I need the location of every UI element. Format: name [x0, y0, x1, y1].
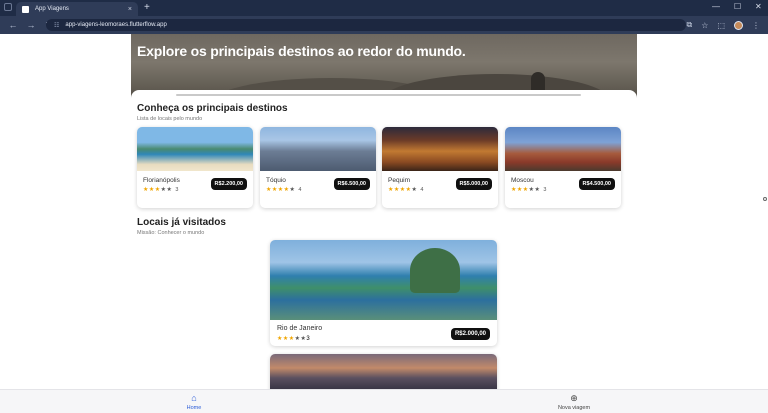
content-sheet: Conheça os principais destinos Lista de … [131, 90, 637, 413]
app-viewport: Explore os principais destinos ao redor … [0, 34, 768, 413]
rating-count: 3 [175, 187, 179, 193]
destination-image [137, 127, 253, 171]
rating-stars: ★★★★★3 [143, 187, 179, 193]
destination-image [260, 127, 376, 171]
destination-card-florianopolis[interactable]: Florianópolis ★★★★★ 3 R$2.200,00 [137, 127, 253, 208]
visited-image [270, 240, 497, 320]
home-icon: ⌂ [191, 393, 197, 403]
destination-name: Pequim [388, 177, 411, 184]
toolbar-icons: ⧉ ☆ ⬚ ⋮ [687, 20, 760, 30]
price-badge: R$4.500,00 [578, 178, 615, 190]
star-icon[interactable]: ☆ [701, 21, 708, 30]
extensions-icon[interactable]: ⬚ [717, 21, 725, 30]
top-destinations-subtitle: Lista de locais pelo mundo [137, 116, 203, 122]
address-bar[interactable]: ☷ app-viagens-leomoraes.flutterflow.app [46, 19, 686, 31]
maximize-button[interactable]: ☐ [734, 2, 741, 11]
nav-home-label: Home [186, 405, 202, 411]
browser-toolbar: ← → ↻ ☷ app-viagens-leomoraes.flutterflo… [0, 16, 768, 34]
forward-icon[interactable]: → [26, 20, 36, 30]
close-window-button[interactable]: ✕ [755, 2, 762, 11]
destination-card-moscou[interactable]: Moscou ★★★★★ 3 R$4.500,00 [505, 127, 621, 208]
destination-card-toquio[interactable]: Tóquio ★★★★★ 4 R$6.500,00 [260, 127, 376, 208]
rating-count: 3 [306, 336, 311, 342]
minimize-button[interactable]: — [712, 2, 720, 11]
install-app-icon[interactable]: ⧉ [687, 20, 693, 30]
price-badge: R$2.200,00 [210, 178, 247, 190]
nav-new-trip-label: Nova viagem [557, 405, 591, 411]
top-destinations-title: Conheça os principais destinos [137, 103, 288, 114]
profile-icon[interactable] [734, 20, 743, 30]
rating-stars: ★★★★★ 4 [266, 187, 302, 193]
visited-image [270, 354, 497, 394]
rating-stars: ★★★★★3 [277, 336, 311, 342]
destination-name: Tóquio [266, 177, 286, 184]
scroll-indicator [763, 197, 767, 201]
visited-title: Locais já visitados [137, 217, 226, 228]
destination-image [382, 127, 498, 171]
site-info-icon[interactable]: ☷ [54, 22, 59, 29]
price-badge: R$2.000,00 [450, 328, 490, 340]
hero-title: Explore os principais destinos ao redor … [137, 43, 466, 59]
browser-tab[interactable]: App Viagens × [16, 2, 138, 16]
destination-name: Moscou [511, 177, 534, 184]
rating-count: 4 [420, 187, 424, 193]
price-badge: R$6.500,00 [333, 178, 370, 190]
nav-new-trip[interactable]: ⊕ Nova viagem [544, 393, 604, 411]
destination-image [505, 127, 621, 171]
menu-icon[interactable]: ⋮ [752, 21, 760, 30]
visited-subtitle: Missão: Conhecer o mundo [137, 230, 205, 236]
rating-stars: ★★★★★3 [511, 187, 547, 193]
tab-title: App Viagens [35, 6, 69, 12]
nav-home[interactable]: ⌂ Home [164, 393, 224, 411]
url-text: app-viagens-leomoraes.flutterflow.app [65, 22, 167, 28]
price-badge: R$5.000,00 [455, 178, 492, 190]
destination-card-pequim[interactable]: Pequim ★★★★★ 4 R$5.000,00 [382, 127, 498, 208]
tab-close-icon[interactable]: × [128, 6, 132, 13]
rating-count: 4 [298, 187, 302, 193]
back-icon[interactable]: ← [8, 20, 18, 30]
tablist-icon[interactable] [4, 3, 12, 11]
browser-tab-strip: App Viagens × + — ☐ ✕ [0, 0, 768, 16]
visited-card-next[interactable] [270, 354, 497, 394]
new-tab-button[interactable]: + [144, 2, 150, 13]
rating-stars: ★★★★★ 4 [388, 187, 424, 193]
favicon-icon [22, 5, 29, 13]
sugarloaf-shape [410, 248, 460, 293]
add-circle-icon: ⊕ [570, 393, 578, 403]
bottom-navigation: ⌂ Home ⊕ Nova viagem [0, 389, 768, 413]
visited-card-rio[interactable]: Rio de Janeiro ★★★★★3 R$2.000,00 [270, 240, 497, 346]
sheet-handle[interactable] [176, 94, 581, 96]
rating-count: 3 [543, 187, 547, 193]
visited-name: Rio de Janeiro [277, 325, 323, 332]
destination-name: Florianópolis [143, 177, 180, 184]
